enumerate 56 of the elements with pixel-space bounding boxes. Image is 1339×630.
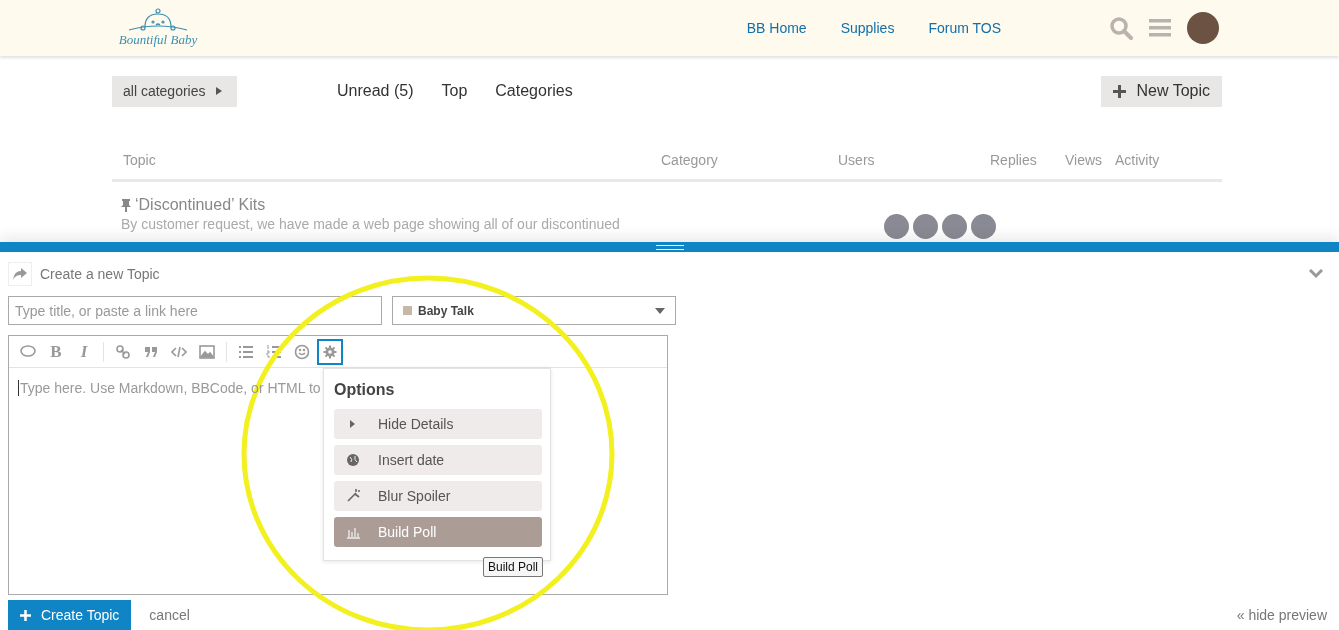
speech-icon: [20, 343, 36, 360]
topic-excerpt: By customer request, we have made a web page showing all of our discontinued: [121, 216, 621, 232]
category-select[interactable]: Baby Talk: [392, 296, 676, 325]
filter-tab[interactable]: Unread (5): [337, 82, 414, 100]
link-icon: [115, 343, 131, 360]
chevron-down-icon[interactable]: [1309, 269, 1323, 279]
nav-link[interactable]: Forum TOS: [928, 20, 1001, 36]
topic-title[interactable]: ‘Discontinued’ Kits: [135, 196, 266, 214]
user-avatar[interactable]: [942, 214, 967, 239]
filter-tab[interactable]: Categories: [495, 82, 573, 100]
user-avatar[interactable]: [884, 214, 909, 239]
dropdown-caret-icon: [655, 307, 665, 314]
chart-icon: [346, 525, 360, 539]
composer-title: Create a new Topic: [40, 266, 160, 282]
tooltip: Build Poll: [483, 557, 544, 577]
gear-icon: [322, 343, 338, 360]
column-header[interactable]: Replies: [990, 152, 1065, 179]
bold-button[interactable]: B: [43, 338, 69, 365]
bullets-icon: [238, 343, 254, 360]
nav-link[interactable]: Supplies: [840, 20, 895, 36]
column-header[interactable]: Category: [661, 152, 838, 179]
user-avatar[interactable]: [913, 214, 938, 239]
column-header[interactable]: Activity: [1115, 152, 1160, 179]
category-square-icon: [403, 306, 412, 315]
user-avatar[interactable]: [971, 214, 996, 239]
plus-icon: [1113, 84, 1127, 98]
cancel-link[interactable]: cancel: [149, 607, 190, 623]
new-topic-button[interactable]: New Topic: [1101, 75, 1222, 107]
menu-item[interactable]: Build Poll: [334, 517, 542, 547]
nav-link[interactable]: BB Home: [746, 20, 807, 36]
gear-button[interactable]: [317, 338, 343, 365]
user-avatar[interactable]: [1187, 12, 1219, 44]
column-header[interactable]: Users: [838, 152, 990, 179]
menu-item[interactable]: Insert date: [334, 445, 542, 475]
globe-icon: [346, 453, 360, 467]
title-field[interactable]: Type title, or paste a link here: [8, 296, 382, 325]
search-icon[interactable]: [1109, 16, 1133, 40]
wand-icon: [346, 489, 360, 503]
logo-text[interactable]: Bountiful Baby: [118, 32, 198, 48]
menu-title: Options: [334, 381, 396, 399]
menu-item[interactable]: Blur Spoiler: [334, 481, 542, 511]
menu-item[interactable]: Hide Details: [334, 409, 542, 439]
column-header[interactable]: Views: [1065, 152, 1115, 179]
filter-tab[interactable]: Top: [441, 82, 468, 100]
caret-icon: [215, 87, 222, 95]
emoji-icon: [294, 343, 310, 360]
category-dropdown[interactable]: all categories: [112, 75, 237, 107]
plus-icon: [20, 609, 31, 621]
image-icon: [199, 343, 215, 360]
italic-button[interactable]: I: [71, 338, 97, 365]
numbers-icon: [266, 343, 282, 360]
reply-icon: [8, 262, 32, 286]
menu-icon[interactable]: [1149, 19, 1171, 37]
hide-preview-link[interactable]: « hide preview: [1236, 607, 1327, 623]
create-topic-button[interactable]: Create Topic: [8, 600, 132, 630]
column-header[interactable]: Topic: [123, 152, 661, 179]
